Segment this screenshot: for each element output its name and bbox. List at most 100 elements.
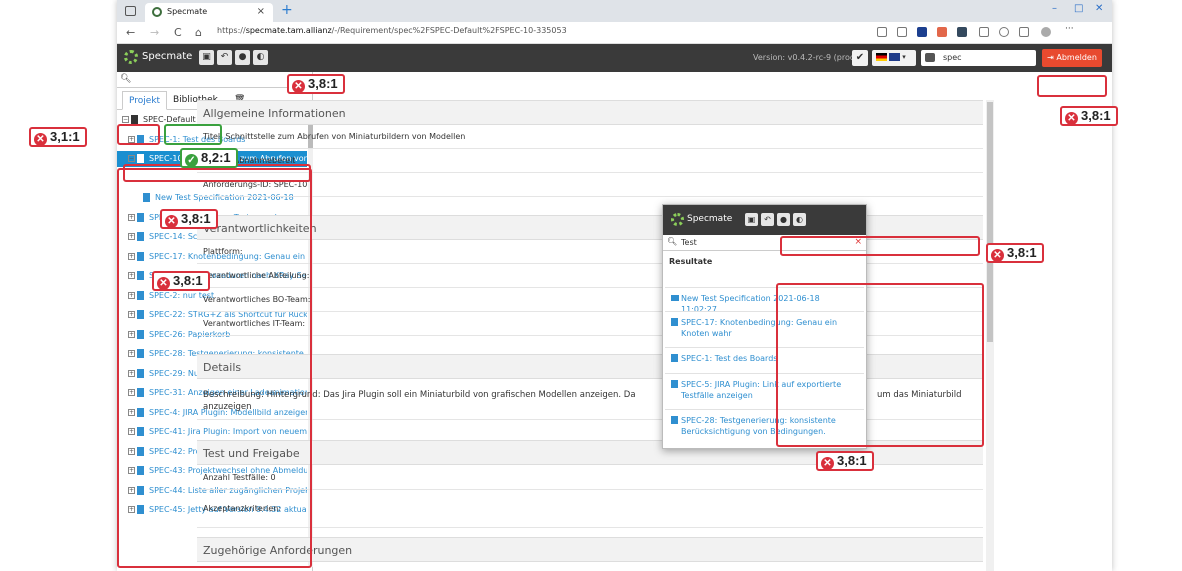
project-search[interactable]: spec <box>921 50 1036 66</box>
main-scrollbar-thumb[interactable] <box>987 102 993 342</box>
highlight-popup-results <box>776 283 984 447</box>
app-toolbar: Specmate ▣ ↶ ● ◐ Version: v0.4.2-rc-9 (p… <box>117 44 1112 72</box>
logout-label: Abmelden <box>1056 53 1097 62</box>
annotation-label: 3,8:1 <box>1081 108 1111 123</box>
collections-icon[interactable] <box>1019 27 1029 37</box>
address-bar: ← → C ⌂ https://specmate.tam.allianz/-/R… <box>117 22 1112 44</box>
forward-button[interactable]: → <box>150 26 159 39</box>
annotation-label: 3,8:1 <box>1007 245 1037 260</box>
annotation-badge-popup-search: ✕ 3,8:1 <box>986 243 1044 263</box>
fail-icon: ✕ <box>821 457 834 470</box>
back-button[interactable]: ← <box>126 26 135 39</box>
annotation-badge-bibliothek: ✓ 8,2:1 <box>180 148 238 168</box>
search-icon: 🔍︎ <box>667 237 678 246</box>
annotation-badge-search: ✕ 3,8:1 <box>287 74 345 94</box>
fail-icon: ✕ <box>34 133 47 146</box>
specmate-brand[interactable]: Specmate <box>124 50 193 64</box>
tree-item-label: SPEC-Default <box>143 115 196 124</box>
project-search-value: spec <box>943 53 962 62</box>
language-selector[interactable]: ▾ <box>872 50 916 66</box>
tab-projekt[interactable]: Projekt <box>122 91 168 110</box>
settings-icon[interactable]: ● <box>777 213 790 226</box>
browser-tab-title: Specmate <box>167 7 208 16</box>
english-flag-icon <box>889 53 900 61</box>
document-icon <box>671 380 678 388</box>
browser-tab[interactable]: Specmate × <box>145 3 273 22</box>
project-icon <box>925 53 935 62</box>
fail-icon: ✕ <box>165 215 178 228</box>
specmate-favicon-icon <box>152 7 162 17</box>
search-result-label: SPEC-1: Test des Boards <box>681 354 778 363</box>
favorites-icon[interactable] <box>979 27 989 37</box>
version-label: Version: v0.4.2-rc-9 (prod) <box>753 53 859 62</box>
section-zugehoerig: Zugehörige Anforderungen <box>197 537 983 562</box>
pass-icon: ✓ <box>185 154 198 167</box>
document-icon <box>137 154 144 163</box>
new-tab-button[interactable]: + <box>281 2 293 18</box>
main-scrollbar[interactable] <box>986 100 994 571</box>
tree-search-input[interactable]: 🔍︎ × <box>117 72 312 88</box>
refresh-icon[interactable]: ◐ <box>793 213 806 226</box>
maximize-button[interactable]: □ <box>1074 3 1083 14</box>
more-menu-icon[interactable]: ··· <box>1065 24 1075 34</box>
window-menu-icon[interactable] <box>125 6 136 16</box>
url-host: specmate.tam.allianz <box>245 26 332 35</box>
folder-icon <box>131 115 138 124</box>
home-button[interactable]: ⌂ <box>195 26 202 39</box>
validate-button[interactable]: ✔ <box>852 50 868 66</box>
german-flag-icon <box>876 53 887 61</box>
specification-icon <box>671 295 679 301</box>
section-allgemein: Allgemeine Informationen <box>197 100 983 125</box>
field-akzeptanz: Akzeptanzkriterien: <box>197 490 983 528</box>
logout-button[interactable]: ⇥ Abmelden <box>1042 49 1102 67</box>
field-status: Status: Abnahmebereit <box>197 149 983 173</box>
brand-label: Specmate <box>142 51 193 62</box>
popup-toolbar: Specmate ▣ ↶ ● ◐ <box>663 205 866 235</box>
save-icon[interactable]: ▣ <box>199 50 214 65</box>
url-field[interactable]: https://specmate.tam.allianz/-/Requireme… <box>217 26 567 35</box>
specmate-logo-icon <box>124 50 138 64</box>
fail-icon: ✕ <box>1065 112 1078 125</box>
document-icon <box>671 416 678 424</box>
minimize-button[interactable]: – <box>1052 3 1057 14</box>
fail-icon: ✕ <box>292 80 305 93</box>
search-icon: 🔍︎ <box>120 74 132 84</box>
settings-icon[interactable]: ● <box>235 50 250 65</box>
profile-avatar[interactable] <box>1041 27 1051 37</box>
url-prefix: https:// <box>217 26 246 35</box>
popup-search-value: Test <box>681 238 697 247</box>
tab-view-icon[interactable] <box>897 27 907 37</box>
annotation-label: 3,8:1 <box>173 273 203 288</box>
close-window-button[interactable]: ✕ <box>1095 3 1103 14</box>
read-aloud-icon[interactable] <box>877 27 887 37</box>
expand-toggle-icon[interactable]: − <box>122 116 129 123</box>
extension-flag-icon[interactable] <box>957 27 967 37</box>
annotation-badge-logout: ✕ 3,8:1 <box>1060 106 1118 126</box>
expand-toggle-icon[interactable]: − <box>128 155 135 162</box>
refresh-icon[interactable]: ◐ <box>253 50 268 65</box>
extension-shield-icon[interactable] <box>917 27 927 37</box>
url-path: /-/Requirement/spec%2FSPEC-Default%2FSPE… <box>331 26 567 35</box>
document-icon <box>671 354 678 362</box>
browser-tab-bar: Specmate × + – □ ✕ <box>117 0 1112 22</box>
history-icon[interactable] <box>999 27 1009 37</box>
annotation-badge-popup-results: ✕ 3,8:1 <box>816 451 874 471</box>
annotation-label: 3,8:1 <box>181 211 211 226</box>
fail-icon: ✕ <box>157 277 170 290</box>
reload-button[interactable]: C <box>174 26 182 39</box>
field-titel: Titel: Schnittstelle zum Abrufen von Min… <box>197 125 983 149</box>
annotation-badge-tree-selected: ✕ 3,8:1 <box>160 209 218 229</box>
annotation-label: 3,8:1 <box>837 453 867 468</box>
popup-brand-label: Specmate <box>687 214 733 224</box>
extension-eye-icon[interactable] <box>937 27 947 37</box>
annotation-badge-tree-list: ✕ 3,8:1 <box>152 271 210 291</box>
tab-close-icon[interactable]: × <box>257 6 265 17</box>
results-heading: Resultate <box>669 257 713 266</box>
undo-icon[interactable]: ↶ <box>761 213 774 226</box>
annotation-badge-projekt: ✕ 3,1:1 <box>29 127 87 147</box>
highlight-projekt-tab <box>117 124 160 145</box>
annotation-label: 3,8:1 <box>308 76 338 91</box>
document-icon <box>671 318 678 326</box>
undo-icon[interactable]: ↶ <box>217 50 232 65</box>
save-icon[interactable]: ▣ <box>745 213 758 226</box>
